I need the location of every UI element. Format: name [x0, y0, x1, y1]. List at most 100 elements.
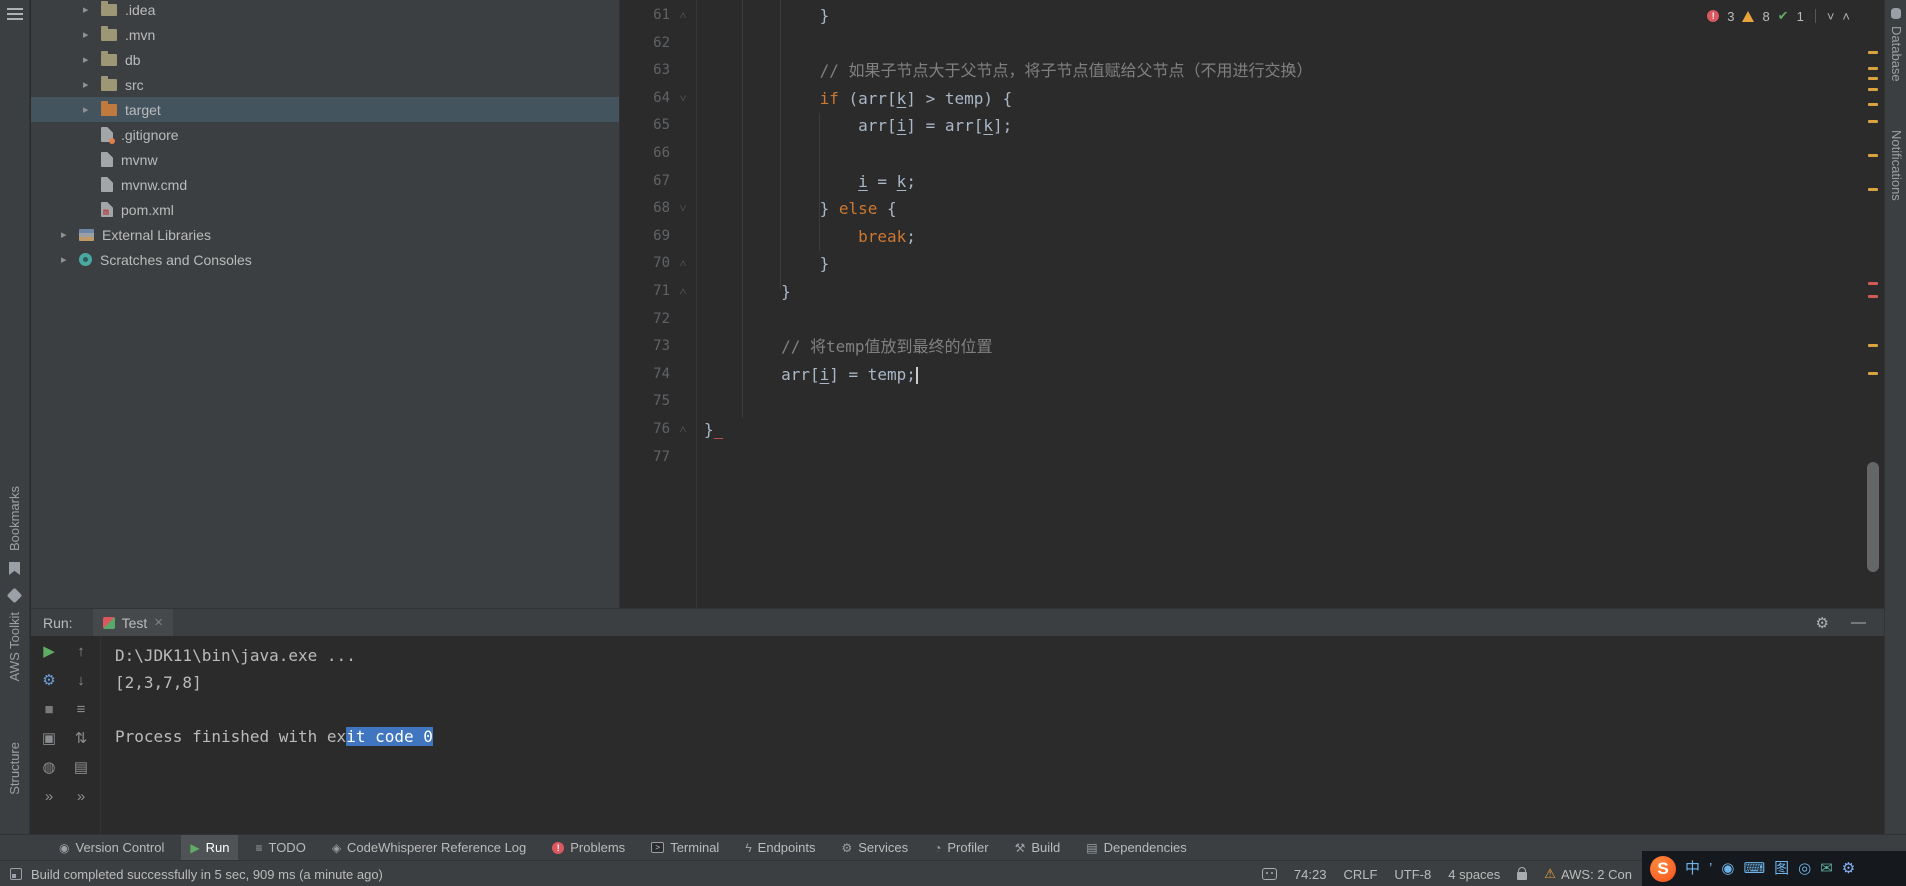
settings-tray-icon[interactable]: ⚙ — [1842, 861, 1855, 876]
tree-item-external-libraries[interactable]: ▸ External Libraries — [31, 222, 619, 247]
tree-item-target[interactable]: ▸ target — [31, 97, 619, 122]
tree-item--mvn[interactable]: ▸ .mvn — [31, 22, 619, 47]
stripe-mark[interactable] — [1868, 372, 1878, 375]
fold-marker-icon[interactable]: ˄ — [670, 416, 696, 444]
toolwindow-terminal[interactable]: > Terminal — [642, 835, 728, 860]
chevron-right-icon[interactable]: ▸ — [83, 103, 101, 116]
aws-connection-status[interactable]: ⚠ AWS: 2 Con — [1544, 866, 1632, 882]
tree-item-pom-xml[interactable]: pom.xml — [31, 197, 619, 222]
toolwindow-dependencies[interactable]: ▤ Dependencies — [1077, 835, 1195, 860]
microphone-icon[interactable]: ◉ — [1721, 861, 1734, 876]
stripe-mark[interactable] — [1868, 188, 1878, 191]
stop-button[interactable]: ■ — [44, 702, 53, 717]
up-stack-trace-button[interactable]: ↑ — [77, 644, 85, 659]
more-actions-button[interactable]: » — [77, 789, 85, 804]
fold-marker-icon[interactable]: ˅ — [670, 85, 696, 113]
tree-item-db[interactable]: ▸ db — [31, 47, 619, 72]
code-text[interactable]: i = k; — [696, 168, 916, 196]
stripe-mark[interactable] — [1868, 51, 1878, 54]
stripe-mark[interactable] — [1868, 67, 1878, 70]
toolwindow-run[interactable]: ▶ Run — [181, 835, 239, 860]
print-button[interactable]: ▤ — [74, 760, 88, 775]
stripe-mark[interactable] — [1868, 295, 1878, 298]
modify-run-configuration-button[interactable]: ⚙ — [42, 673, 55, 688]
sogou-logo-icon[interactable]: S — [1650, 855, 1676, 882]
more-options-button[interactable]: » — [45, 789, 53, 804]
bookmark-icon[interactable] — [9, 562, 20, 575]
editor-scrollbar[interactable] — [1867, 462, 1879, 572]
toolwindow-version-control[interactable]: ◉ Version Control — [50, 835, 173, 860]
toolbox-icon[interactable]: ◎ — [1798, 861, 1811, 876]
chevron-right-icon[interactable]: ▸ — [83, 78, 101, 91]
code-text[interactable]: } — [696, 2, 830, 30]
code-text[interactable]: break; — [696, 223, 916, 251]
code-text[interactable]: }_ — [696, 416, 723, 444]
tree-item-mvnw[interactable]: mvnw — [31, 147, 619, 172]
toolwindow-todo[interactable]: ≡ TODO — [246, 835, 314, 860]
stripe-mark[interactable] — [1868, 344, 1878, 347]
database-icon[interactable] — [1891, 8, 1901, 19]
fold-marker-icon[interactable]: ˅ — [670, 195, 696, 223]
code-text[interactable]: arr[i] = arr[k]; — [696, 112, 1012, 140]
rerun-button[interactable]: ▶ — [43, 644, 55, 659]
toolwindow-codewhisperer-reference-log[interactable]: ◈ CodeWhisperer Reference Log — [323, 835, 535, 860]
code-text[interactable] — [696, 30, 704, 58]
soft-keyboard-icon[interactable]: ⌨ — [1743, 861, 1765, 876]
tree-item-src[interactable]: ▸ src — [31, 72, 619, 97]
file-encoding[interactable]: UTF-8 — [1394, 867, 1431, 882]
aws-toolkit-icon[interactable] — [6, 587, 23, 604]
code-editor[interactable]: 61 ˄ } 62 63 // 如果子节点大于父节点，将子节点值赋给父节点（不用进行交… — [620, 0, 1884, 608]
fold-marker-icon[interactable]: ˄ — [670, 250, 696, 278]
sidebar-item-bookmarks[interactable]: Bookmarks — [7, 486, 22, 551]
error-stripe[interactable] — [1866, 0, 1880, 608]
stripe-mark[interactable] — [1868, 88, 1878, 91]
stripe-mark[interactable] — [1868, 77, 1878, 80]
next-problem-icon[interactable]: ˅ — [1827, 9, 1835, 24]
code-text[interactable] — [696, 388, 704, 416]
code-text[interactable]: } else { — [696, 195, 897, 223]
stripe-mark[interactable] — [1868, 103, 1878, 106]
close-icon[interactable]: × — [154, 614, 163, 631]
tool-window-icon[interactable] — [10, 868, 22, 880]
code-text[interactable]: if (arr[k] > temp) { — [696, 85, 1013, 113]
hide-panel-icon[interactable]: — — [1851, 614, 1866, 632]
line-separator[interactable]: CRLF — [1343, 867, 1377, 882]
chevron-right-icon[interactable]: ▸ — [61, 228, 79, 241]
thread-dump-button[interactable]: ▣ — [42, 731, 56, 746]
run-tab-test[interactable]: Test × — [92, 608, 174, 637]
code-text[interactable]: } — [696, 250, 830, 278]
fold-marker-icon[interactable]: ˄ — [670, 278, 696, 306]
gc-button[interactable]: ◍ — [42, 760, 55, 775]
chevron-right-icon[interactable]: ▸ — [83, 3, 101, 16]
codewhisperer-status-icon[interactable] — [1261, 868, 1277, 880]
screenshot-icon[interactable]: 图 — [1774, 861, 1789, 876]
tree-item--gitignore[interactable]: .gitignore — [31, 122, 619, 147]
stripe-mark[interactable] — [1868, 282, 1878, 285]
stripe-mark[interactable] — [1868, 154, 1878, 157]
toolwindow-problems[interactable]: ! Problems — [543, 835, 634, 860]
main-menu-icon[interactable] — [7, 8, 23, 20]
sort-button[interactable]: ⇅ — [75, 731, 88, 746]
toolwindow-profiler[interactable]: ◔ Profiler — [925, 835, 997, 860]
code-text[interactable]: // 如果子节点大于父节点，将子节点值赋给父节点（不用进行交换） — [696, 57, 1313, 85]
mail-icon[interactable]: ✉ — [1820, 861, 1833, 876]
lock-icon[interactable] — [1517, 867, 1528, 880]
toolwindow-endpoints[interactable]: ϟ Endpoints — [736, 835, 824, 860]
run-console[interactable]: D:\JDK11\bin\java.exe ... [2,3,7,8] Proces… — [115, 642, 1874, 750]
code-text[interactable]: arr[i] = temp; — [696, 361, 918, 389]
sidebar-item-structure[interactable]: Structure — [7, 742, 22, 795]
prev-problem-icon[interactable]: ˄ — [1842, 9, 1850, 24]
toolwindow-services[interactable]: ⚙ Services — [833, 835, 918, 860]
chevron-right-icon[interactable]: ▸ — [83, 53, 101, 66]
sidebar-item-notifications[interactable]: Notifications — [1889, 130, 1904, 201]
down-stack-trace-button[interactable]: ↓ — [77, 673, 85, 688]
code-text[interactable]: } — [696, 278, 791, 306]
ime-punctuation-icon[interactable]: ’ — [1709, 861, 1712, 876]
sidebar-item-aws-toolkit[interactable]: AWS Toolkit — [7, 612, 22, 681]
chevron-right-icon[interactable]: ▸ — [83, 28, 101, 41]
toolwindow-build[interactable]: ⚒ Build — [1006, 835, 1070, 860]
sidebar-item-database[interactable]: Database — [1889, 26, 1904, 82]
inspections-widget[interactable]: ! 3 8 ✔ 1 ˅ ˄ — [1707, 8, 1850, 24]
code-text[interactable]: // 将temp值放到最终的位置 — [696, 333, 992, 361]
tree-item--idea[interactable]: ▸ .idea — [31, 0, 619, 22]
